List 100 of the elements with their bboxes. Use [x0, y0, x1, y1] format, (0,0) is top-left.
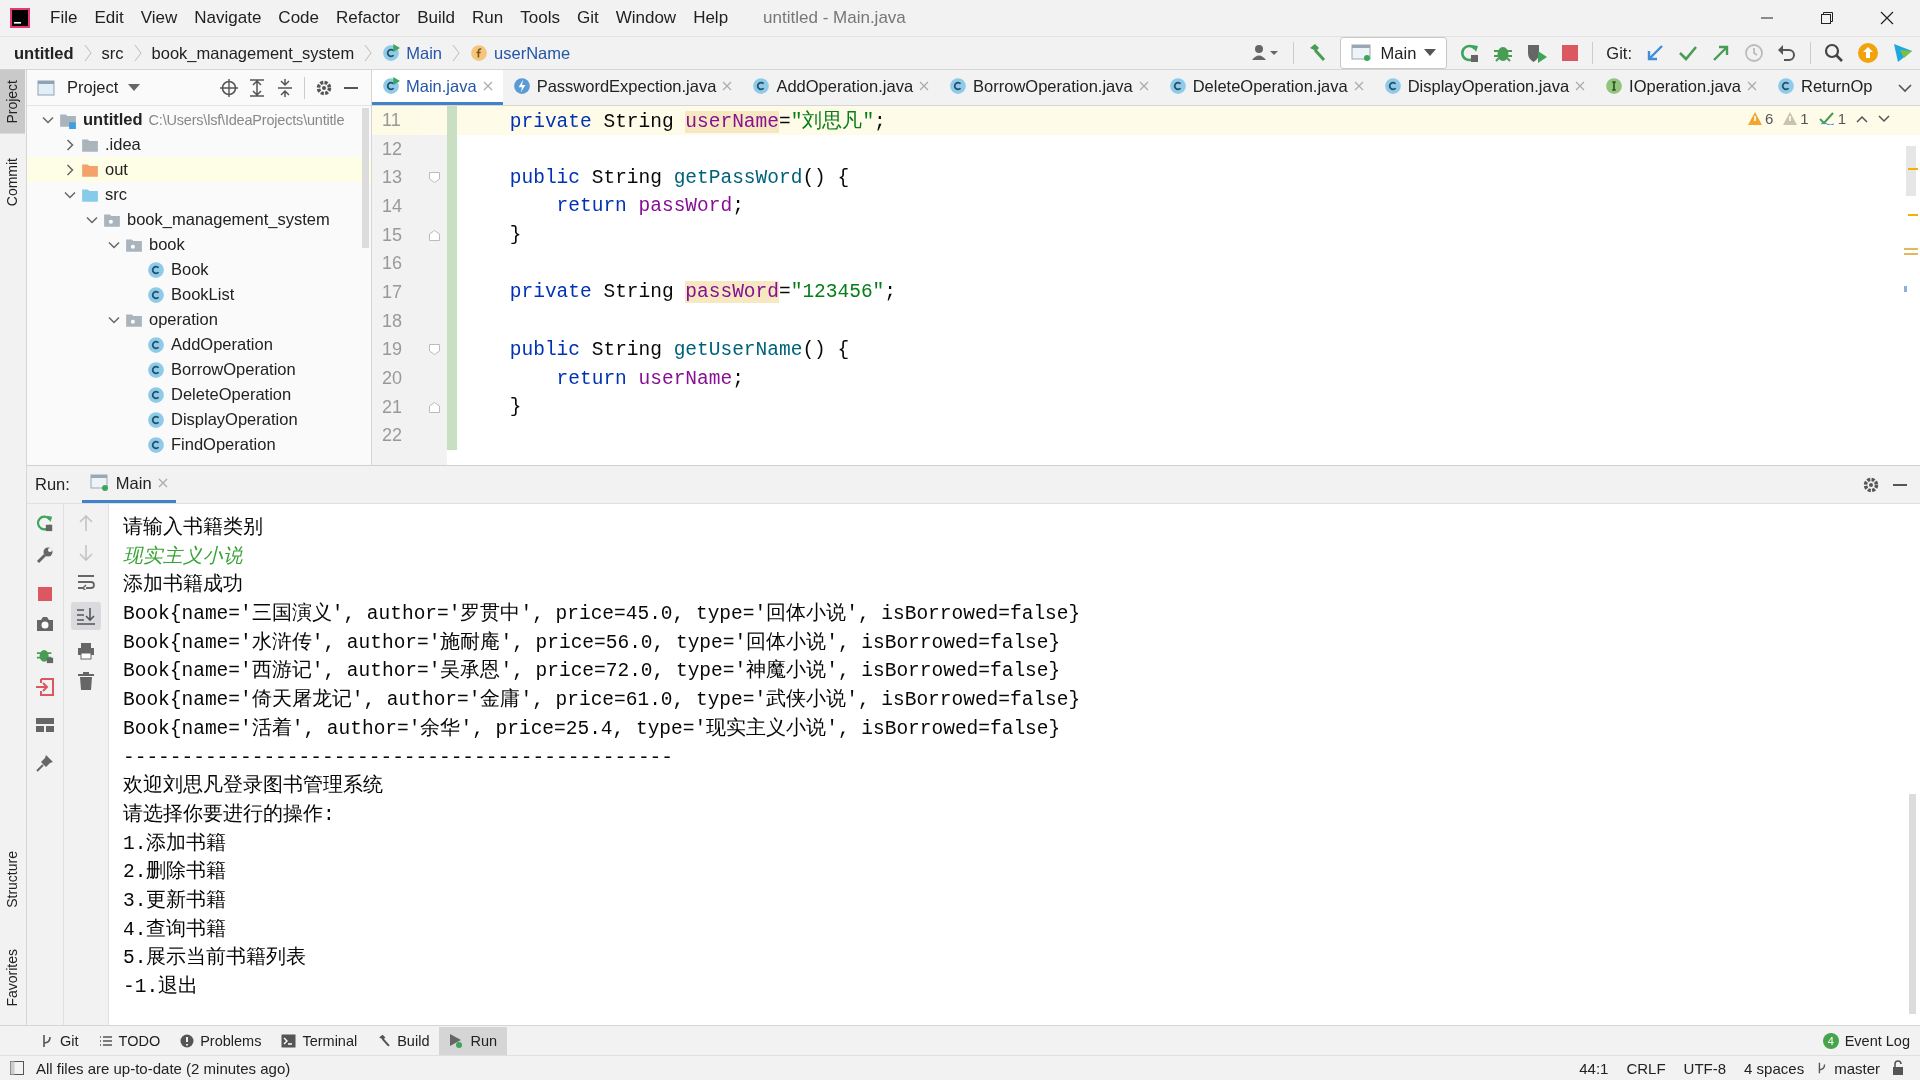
scrollbar[interactable] — [362, 108, 369, 248]
chevron-icon[interactable] — [64, 138, 76, 151]
menu-item[interactable]: Tools — [512, 8, 569, 28]
collapse-all-icon[interactable] — [276, 78, 294, 97]
print-icon[interactable] — [77, 642, 95, 660]
chevron-down-icon[interactable] — [1878, 114, 1890, 123]
tool-window-button[interactable]: Project — [0, 70, 25, 134]
inspection-count[interactable]: 1 — [1818, 110, 1846, 127]
close-icon[interactable] — [1880, 11, 1894, 25]
rerun-icon[interactable] — [36, 514, 54, 532]
chevron-up-icon[interactable] — [1856, 114, 1868, 123]
layout-icon[interactable] — [36, 718, 54, 732]
exit-icon[interactable] — [36, 678, 54, 696]
menu-item[interactable]: Help — [685, 8, 738, 28]
tool-window-tab[interactable]: Git — [30, 1026, 89, 1055]
breadcrumb[interactable]: userName — [494, 43, 571, 63]
menu-item[interactable]: Edit — [86, 8, 133, 28]
panel-toggle-icon[interactable] — [10, 1061, 24, 1075]
editor-tab[interactable]: DisplayOperation.java — [1373, 70, 1596, 105]
inspection-count[interactable]: 1 — [1783, 110, 1809, 127]
pin-icon[interactable] — [36, 754, 54, 772]
tree-item[interactable]: DeleteOperation — [171, 385, 292, 404]
undo-icon[interactable] — [1777, 43, 1797, 63]
editor-tab[interactable]: DeleteOperation.java — [1158, 70, 1374, 105]
tool-window-tab[interactable]: Problems — [170, 1026, 272, 1055]
shield-run-icon[interactable] — [1526, 43, 1549, 63]
tree-item[interactable]: .idea — [105, 135, 141, 154]
terminal-icon — [281, 1033, 297, 1048]
tree-item[interactable]: BorrowOperation — [171, 360, 296, 379]
status-item[interactable]: 44:1 — [1579, 1059, 1609, 1077]
chevron-icon[interactable] — [64, 163, 76, 176]
user-icon[interactable] — [1249, 43, 1280, 63]
tool-window-tab[interactable]: Terminal — [271, 1026, 368, 1055]
menu-item[interactable]: Code — [270, 8, 328, 28]
camera-icon[interactable] — [36, 616, 54, 632]
list-icon — [98, 1033, 113, 1048]
status-item[interactable]: 4 spaces — [1744, 1059, 1805, 1077]
breadcrumb[interactable]: untitled — [14, 43, 74, 63]
breadcrumb[interactable]: book_management_system — [151, 43, 355, 63]
tree-item[interactable]: book — [149, 235, 185, 254]
status-item[interactable]: UTF-8 — [1683, 1059, 1727, 1077]
editor-tab[interactable]: Main.java — [372, 70, 503, 105]
tool-window-tab[interactable]: TODO — [88, 1026, 171, 1055]
stop-icon[interactable] — [1561, 44, 1580, 62]
breadcrumb[interactable]: src — [101, 43, 124, 63]
tree-item[interactable]: out — [105, 160, 128, 179]
tree-item[interactable]: Book — [171, 260, 209, 279]
menu-item[interactable]: Run — [464, 8, 513, 28]
menu-item[interactable]: Window — [607, 8, 686, 28]
tool-window-button[interactable]: Commit — [0, 147, 25, 216]
tree-item[interactable]: AddOperation — [171, 335, 273, 354]
menu-item[interactable]: Refactor — [328, 8, 410, 28]
menu-item[interactable]: Navigate — [186, 8, 271, 28]
tree-item[interactable]: operation — [149, 310, 218, 329]
arrow-up-right-icon[interactable] — [1711, 43, 1731, 63]
target-icon[interactable] — [220, 78, 238, 97]
stop-icon[interactable] — [37, 586, 53, 602]
lock-icon[interactable] — [1892, 1060, 1906, 1076]
caret-icon[interactable] — [128, 83, 141, 92]
inspection-count[interactable]: 6 — [1747, 110, 1774, 127]
branch-label[interactable]: master — [1834, 1059, 1880, 1077]
breadcrumb[interactable]: Main — [406, 43, 443, 63]
restore-icon[interactable] — [1820, 11, 1834, 25]
chevron-down-icon[interactable] — [1898, 82, 1912, 93]
panel-title-dropdown[interactable]: Project — [67, 78, 119, 97]
arrow-down-left-icon[interactable] — [1645, 43, 1665, 63]
editor-tab[interactable]: PasswordExpection.java — [502, 70, 743, 105]
scroll-to-end-icon[interactable] — [71, 602, 101, 630]
tool-window-tab[interactable]: Build — [367, 1026, 440, 1055]
tool-window-button[interactable]: Favorites — [0, 939, 25, 1017]
trash-icon[interactable] — [78, 672, 94, 690]
tree-item[interactable]: src — [105, 185, 127, 204]
editor-tab[interactable]: BorrowOperation.java — [939, 70, 1159, 105]
scrollbar[interactable] — [1909, 794, 1916, 1014]
tree-item[interactable]: untitled — [83, 110, 143, 129]
search-icon[interactable] — [1824, 43, 1844, 63]
wrench-icon[interactable] — [36, 546, 54, 564]
editor-tab[interactable]: ReturnOp — [1767, 70, 1883, 105]
tree-item[interactable]: BookList — [171, 285, 235, 304]
rerun-icon[interactable] — [1460, 43, 1481, 63]
run-configuration-dropdown[interactable]: Main — [1339, 37, 1448, 69]
tree-item[interactable]: DisplayOperation — [171, 410, 298, 429]
editor-tab[interactable]: IOperation.java — [1595, 70, 1767, 105]
tree-item[interactable]: FindOperation — [171, 435, 276, 454]
menu-item[interactable]: File — [42, 8, 87, 28]
plugin-logo-icon[interactable] — [1892, 42, 1914, 64]
tool-window-button[interactable]: Structure — [0, 840, 25, 918]
tool-window-tab[interactable]: Run — [439, 1026, 508, 1055]
editor-tab[interactable]: AddOperation.java — [742, 70, 940, 105]
menu-item[interactable]: Git — [568, 8, 608, 28]
settings-icon[interactable] — [315, 78, 333, 97]
menu-item[interactable]: Build — [409, 8, 465, 28]
event-log-tab[interactable]: 4 Event Log — [1812, 1026, 1920, 1055]
soft-wrap-icon[interactable] — [77, 574, 95, 590]
status-item[interactable]: CRLF — [1626, 1059, 1666, 1077]
tree-item[interactable]: book_management_system — [127, 210, 330, 229]
menu-item[interactable]: View — [132, 8, 187, 28]
window-icon — [89, 474, 110, 492]
settings-icon[interactable] — [1862, 475, 1880, 494]
expand-all-icon[interactable] — [248, 78, 266, 97]
